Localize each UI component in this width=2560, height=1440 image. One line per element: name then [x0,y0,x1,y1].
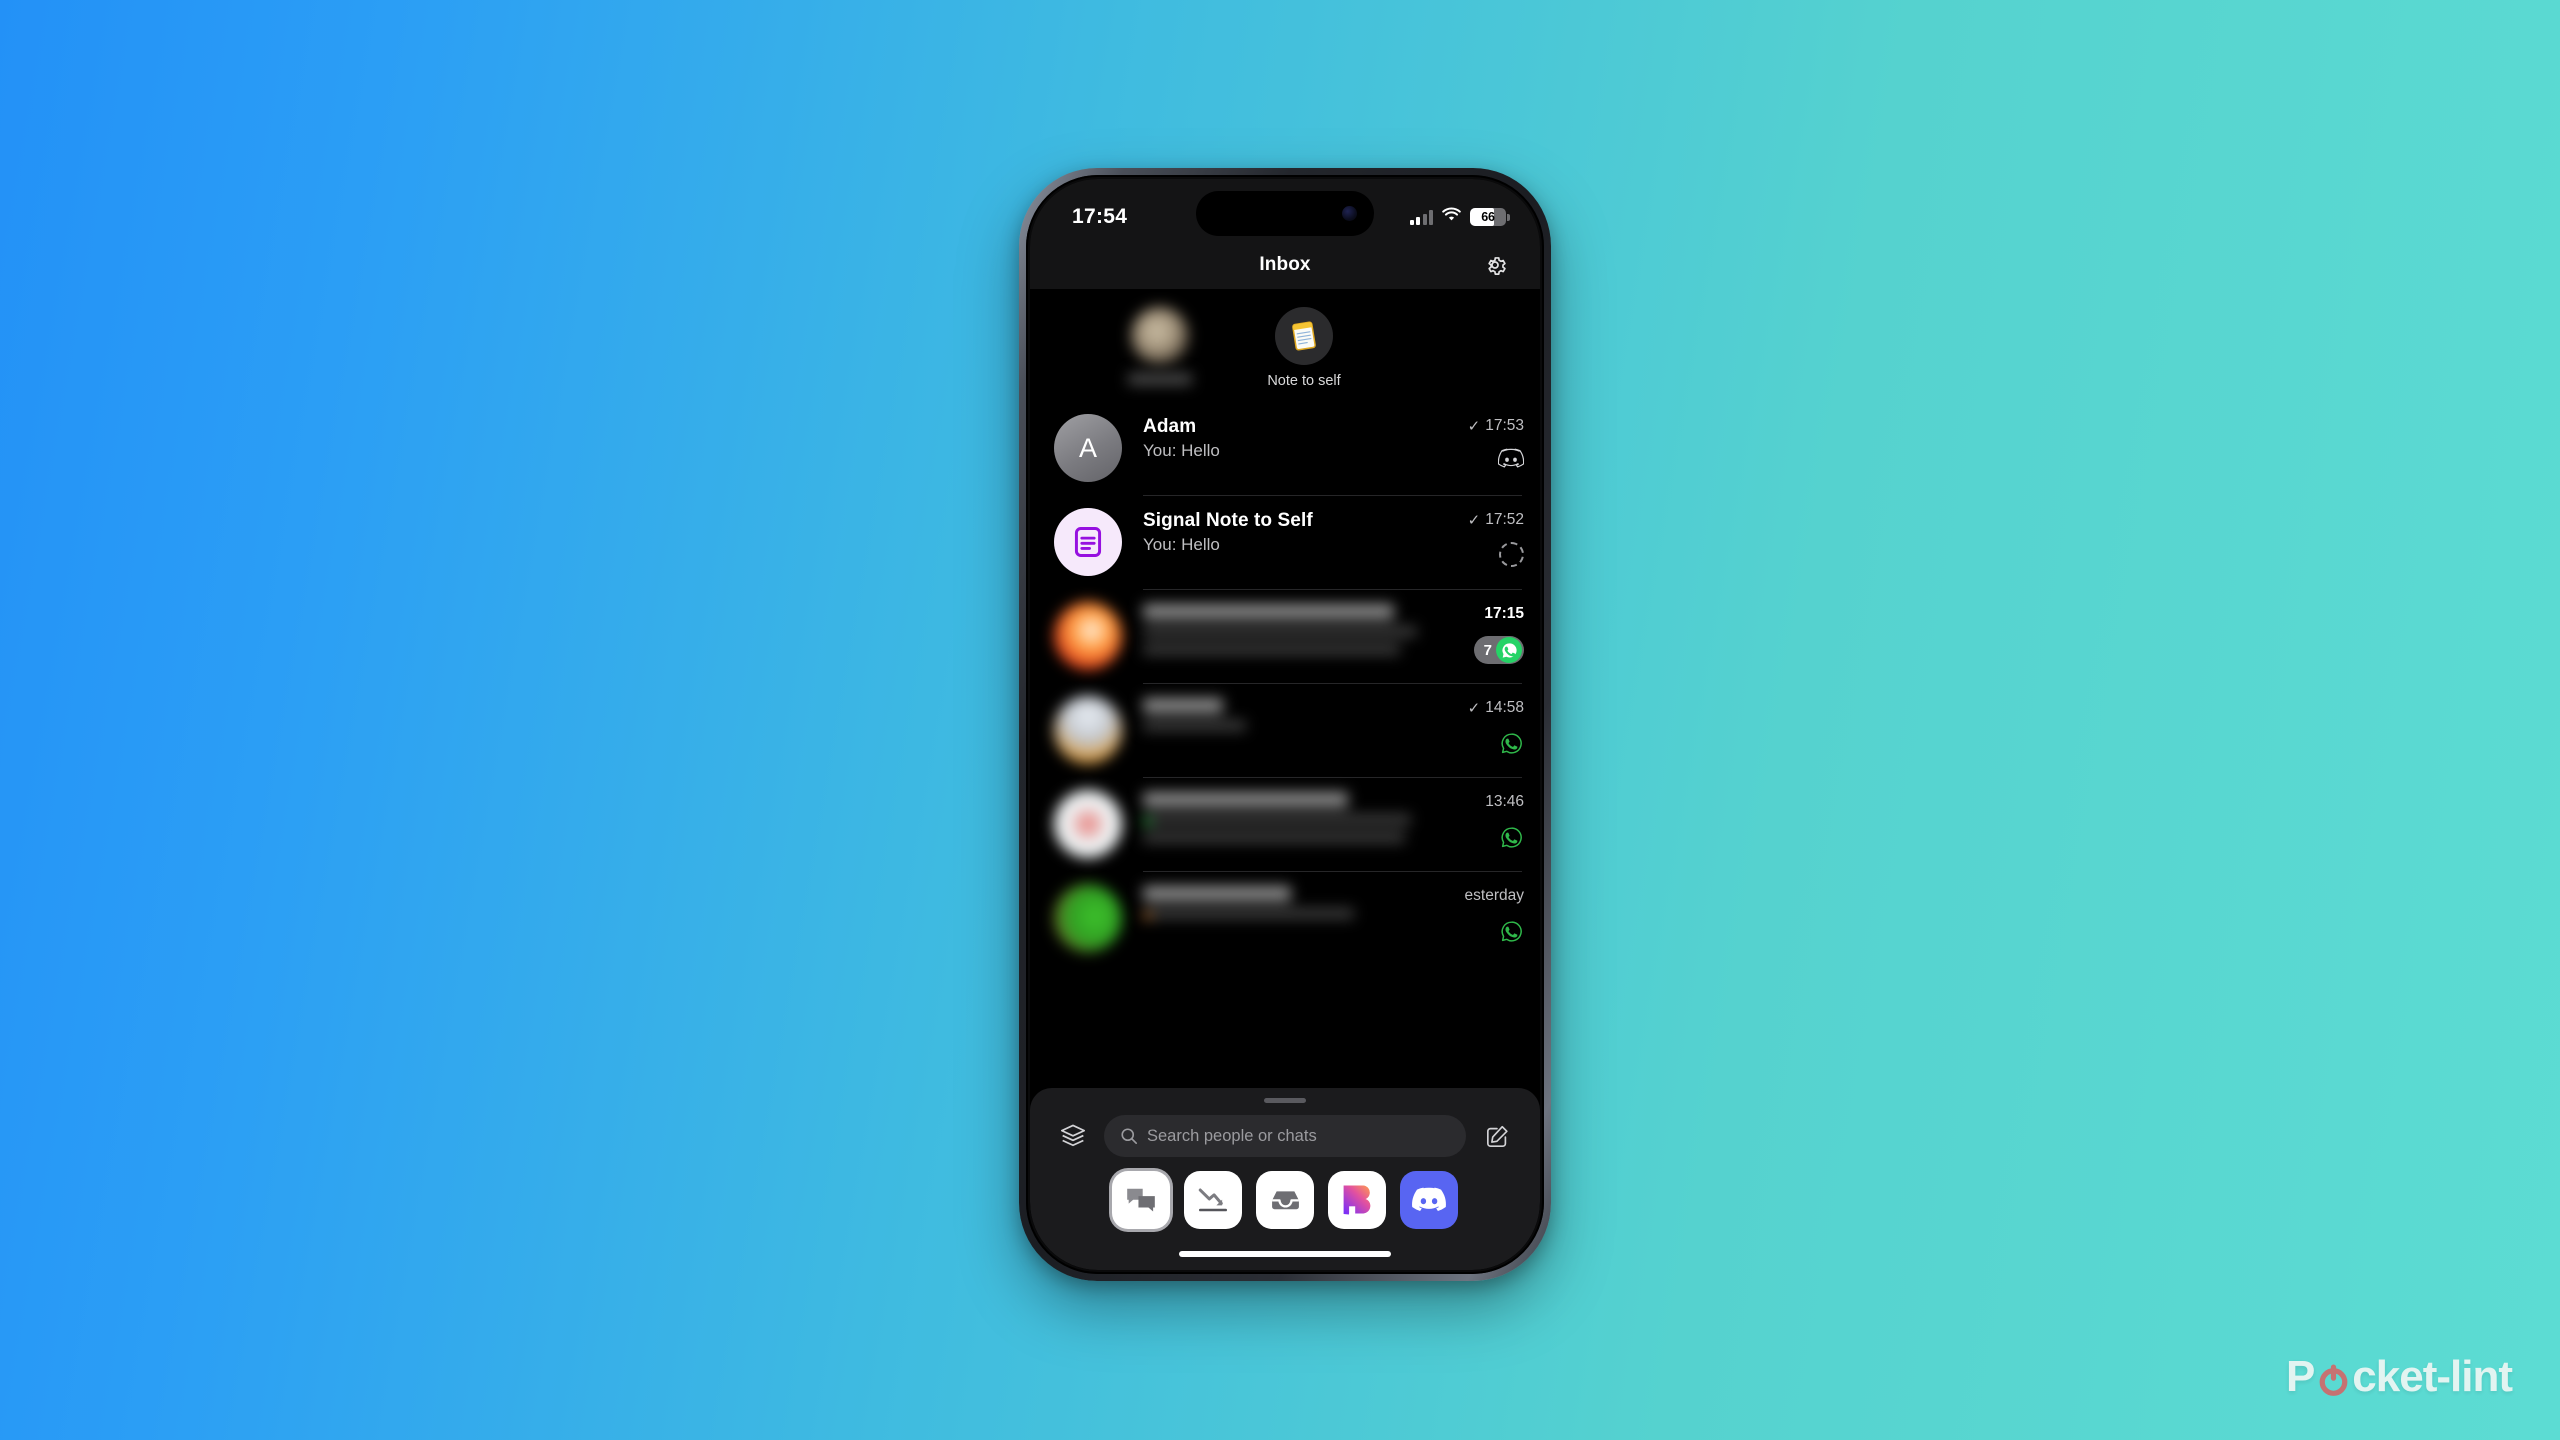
watermark-text-after: cket-lint [2352,1352,2513,1401]
phone-device-frame: 17:54 66 Inbox Note to self A Adam You: … [1019,168,1551,1281]
avatar: A [1054,414,1122,482]
whatsapp-outline-badge-icon [1498,918,1524,944]
table-row[interactable]: 13:46 [1030,777,1540,871]
avatar [1054,790,1122,858]
pinned-blurred-contact[interactable] [1118,307,1202,385]
front-camera-icon [1342,206,1357,221]
bottom-sheet: Search people or chats [1030,1088,1540,1270]
pinned-chats-strip: Note to self [1030,289,1540,401]
home-indicator [1179,1251,1391,1257]
chat-row-meta: 13:46 [1428,790,1540,850]
wifi-icon [1442,207,1461,227]
search-placeholder: Search people or chats [1147,1126,1317,1145]
navigation-bar: Inbox [1030,241,1540,289]
gear-icon [1488,257,1506,275]
beeper-b-icon [1343,1185,1371,1215]
chat-name: Adam [1143,416,1197,437]
chat-name: Signal Note to Self [1143,510,1313,531]
unread-badge: 7 [1473,636,1524,664]
chat-row-text: Signal Note to Self You: Hello [1143,508,1428,555]
chat-row-meta: ✓ 17:53 [1428,414,1540,473]
search-input[interactable]: Search people or chats [1104,1115,1466,1157]
pinned-item-label [1128,373,1192,385]
chat-row-meta: 17:15 7 [1428,602,1540,664]
chat-row-text [1143,602,1428,655]
watermark-text-before: P [2285,1352,2315,1401]
beeper-app[interactable] [1328,1171,1386,1229]
layers-button[interactable] [1056,1119,1090,1153]
chat-row-meta: esterday [1428,884,1540,944]
power-symbol-icon [2315,1362,2351,1398]
read-receipt-icon: ✓ [1467,418,1481,435]
table-row[interactable]: esterday [1030,871,1540,965]
chat-list[interactable]: A Adam You: Hello ✓ 17:53 Signal Note to… [1030,401,1540,965]
whatsapp-outline-badge-icon [1498,824,1524,850]
app-dock [1030,1171,1540,1237]
notepad-emoji-icon [1275,307,1333,365]
unread-count: 7 [1483,641,1492,659]
chat-row-meta: ✓ 17:52 [1428,508,1540,567]
inbox-tray-icon [1271,1191,1299,1210]
chat-timestamp: ✓ 17:52 [1467,511,1524,529]
status-bar-indicators: 66 [1409,207,1510,227]
status-bar: 17:54 66 [1030,179,1540,241]
chat-timestamp: ✓ 17:53 [1467,417,1524,435]
chats-app[interactable] [1112,1171,1170,1229]
page-title: Inbox [1259,254,1311,275]
avatar [1131,307,1189,365]
chat-row-text [1143,696,1428,731]
read-receipt-icon: ✓ [1467,512,1481,529]
discord-app[interactable] [1400,1171,1458,1229]
compose-icon [1486,1125,1508,1147]
pocket-lint-watermark: P cket-lint [2285,1352,2513,1402]
signal-note-icon [1054,508,1122,576]
compose-button[interactable] [1480,1119,1514,1153]
layers-icon [1060,1124,1086,1147]
battery-level-label: 66 [1481,210,1495,224]
chat-row-meta: ✓ 14:58 [1428,696,1540,756]
table-row[interactable]: 17:15 7 [1030,589,1540,683]
discord-icon [1412,1187,1446,1211]
chat-timestamp: ✓ 14:58 [1467,699,1524,717]
table-row[interactable]: A Adam You: Hello ✓ 17:53 [1030,401,1540,495]
chat-row-text: Adam You: Hello [1143,414,1428,461]
chat-bubbles-icon [1127,1188,1155,1212]
table-row[interactable]: ✓ 14:58 [1030,683,1540,777]
chat-row-text [1143,884,1428,920]
pending-dashed-badge-icon [1499,542,1524,567]
phone-bezel: 17:54 66 Inbox Note to self A Adam You: … [1026,175,1544,1274]
avatar [1054,602,1122,670]
search-icon [1121,1128,1138,1145]
whatsapp-outline-badge-icon [1498,730,1524,756]
phone-screen: 17:54 66 Inbox Note to self A Adam You: … [1030,179,1540,1270]
archive-app[interactable] [1256,1171,1314,1229]
dynamic-island [1196,191,1374,236]
read-receipt-icon: ✓ [1467,700,1481,717]
chat-timestamp: esterday [1464,887,1524,904]
table-row[interactable]: Signal Note to Self You: Hello ✓ 17:52 [1030,495,1540,589]
settings-button[interactable] [1480,250,1510,280]
chat-timestamp: 13:46 [1485,793,1524,810]
cellular-signal-icon [1409,209,1433,225]
pinned-note-to-self[interactable]: Note to self [1262,307,1346,389]
declining-chart-icon [1198,1188,1228,1212]
whatsapp-filled-badge-icon [1496,637,1522,663]
chat-preview: You: Hello [1143,441,1220,460]
discord-badge-icon [1497,448,1525,473]
sheet-drag-handle[interactable] [1264,1098,1306,1103]
status-bar-clock: 17:54 [1072,205,1128,228]
battery-icon: 66 [1470,208,1510,226]
chat-timestamp: 17:15 [1484,605,1524,622]
trends-app[interactable] [1184,1171,1242,1229]
avatar [1054,696,1122,764]
avatar [1054,884,1122,952]
chat-preview: You: Hello [1143,535,1220,554]
search-row: Search people or chats [1030,1115,1540,1171]
chat-row-text [1143,790,1428,843]
avatar-initial: A [1078,432,1097,463]
pinned-item-label: Note to self [1267,373,1341,389]
